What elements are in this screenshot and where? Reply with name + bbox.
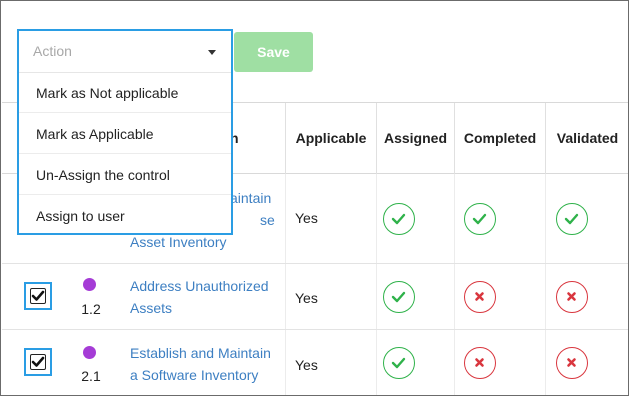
column-header-validated[interactable]: Validated bbox=[545, 103, 628, 174]
menu-item-mark-applicable[interactable]: Mark as Applicable bbox=[19, 114, 231, 154]
validated-cross-icon bbox=[556, 281, 588, 313]
cell-divider bbox=[376, 330, 377, 395]
column-header-applicable[interactable]: Applicable bbox=[285, 103, 376, 174]
menu-item-mark-not-applicable[interactable]: Mark as Not applicable bbox=[19, 73, 231, 113]
app-frame: Save n Applicable Assigned Completed Val… bbox=[0, 0, 629, 396]
cell-divider bbox=[376, 174, 377, 263]
control-name-line: Address Unauthorized bbox=[130, 278, 269, 294]
assigned-check-icon bbox=[383, 281, 415, 313]
cell-divider bbox=[376, 264, 377, 329]
control-name-line: Establish and Maintain bbox=[130, 345, 271, 361]
action-select[interactable]: Action bbox=[19, 31, 231, 73]
menu-item-unassign-control[interactable]: Un-Assign the control bbox=[19, 155, 231, 195]
assigned-check-icon bbox=[383, 347, 415, 379]
completed-cross-icon bbox=[464, 281, 496, 313]
cell-divider bbox=[454, 174, 455, 263]
control-name-link[interactable]: Establish and Maintain a Software Invent… bbox=[130, 342, 280, 386]
cell-divider bbox=[545, 174, 546, 263]
caret-down-icon bbox=[208, 50, 216, 55]
row-select-checkbox[interactable] bbox=[24, 282, 52, 310]
cell-divider bbox=[285, 330, 286, 395]
completed-cross-icon bbox=[464, 347, 496, 379]
cell-divider bbox=[285, 174, 286, 263]
cell-divider bbox=[545, 330, 546, 395]
completed-check-icon bbox=[464, 203, 496, 235]
checkbox-checked-icon bbox=[30, 288, 46, 304]
menu-item-assign-to-user[interactable]: Assign to user bbox=[19, 196, 231, 236]
cell-divider bbox=[545, 264, 546, 329]
column-header-assigned[interactable]: Assigned bbox=[376, 103, 454, 174]
control-name-line: Assets bbox=[130, 300, 173, 316]
status-dot-icon bbox=[83, 346, 96, 359]
control-id: 2.1 bbox=[81, 368, 101, 384]
validated-cross-icon bbox=[556, 347, 588, 379]
applicable-value: Yes bbox=[295, 210, 318, 226]
action-placeholder: Action bbox=[33, 43, 72, 59]
checkbox-checked-icon bbox=[30, 354, 46, 370]
control-name-line: a Software Inventory bbox=[130, 367, 259, 383]
cell-divider bbox=[454, 330, 455, 395]
control-id: 1.2 bbox=[81, 301, 101, 317]
cell-divider bbox=[454, 264, 455, 329]
status-dot-icon bbox=[83, 278, 96, 291]
row-select-checkbox[interactable] bbox=[24, 348, 52, 376]
applicable-value: Yes bbox=[295, 290, 318, 306]
validated-check-icon bbox=[556, 203, 588, 235]
control-name-link[interactable]: Address Unauthorized Assets bbox=[130, 275, 280, 319]
table-row: 1.2 Address Unauthorized Assets Yes bbox=[2, 264, 628, 330]
save-button[interactable]: Save bbox=[234, 32, 313, 72]
cell-divider bbox=[285, 264, 286, 329]
assigned-check-icon bbox=[383, 203, 415, 235]
applicable-value: Yes bbox=[295, 357, 318, 373]
action-dropdown[interactable]: Action Mark as Not applicable Mark as Ap… bbox=[17, 29, 233, 235]
column-header-completed[interactable]: Completed bbox=[454, 103, 545, 174]
table-row: 2.1 Establish and Maintain a Software In… bbox=[2, 330, 628, 395]
